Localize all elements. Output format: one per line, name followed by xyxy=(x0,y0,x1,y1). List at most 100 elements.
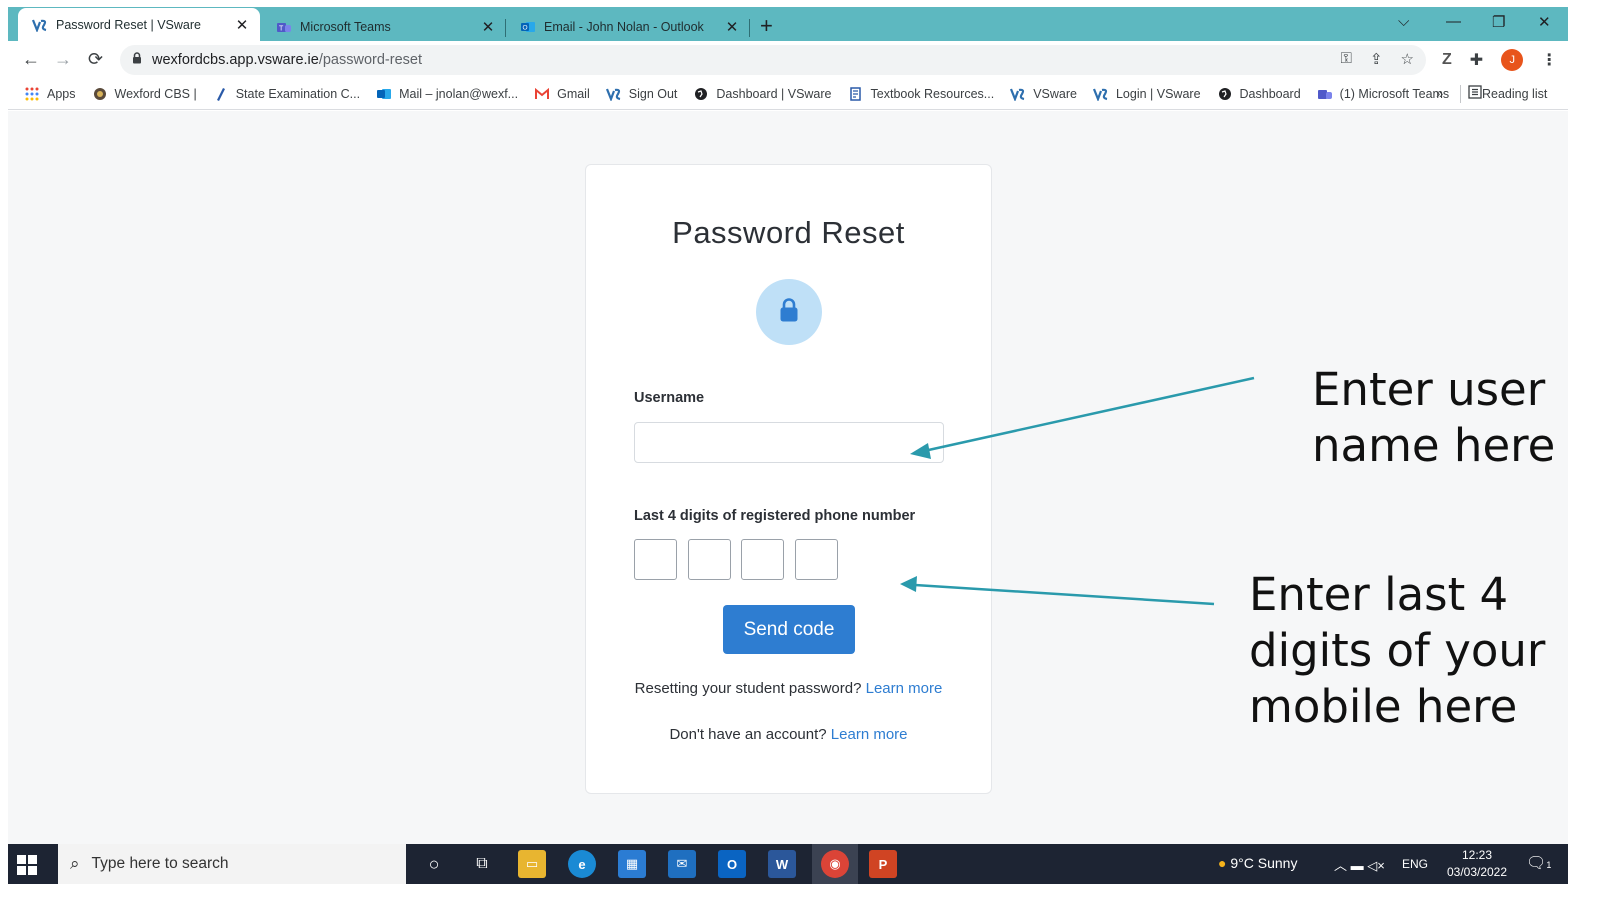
bookmark-apps[interactable]: Apps xyxy=(24,86,76,102)
student-help-line: Resetting your student password? Learn m… xyxy=(586,680,991,697)
share-icon[interactable]: ⇪ xyxy=(1370,50,1383,68)
profile-avatar[interactable]: J xyxy=(1501,49,1524,71)
battery-icon[interactable]: ▬ xyxy=(1351,858,1364,873)
reading-list-button[interactable]: Reading list xyxy=(1468,85,1547,102)
bookmark-gmail[interactable]: Gmail xyxy=(534,86,590,102)
tab-microsoft-teams[interactable]: T Microsoft Teams ✕ xyxy=(262,13,506,41)
windows-start-button[interactable] xyxy=(16,854,46,876)
language-indicator[interactable]: ENG xyxy=(1402,857,1428,871)
lock-icon xyxy=(778,297,800,328)
lock-icon xyxy=(132,52,142,68)
powerpoint-icon[interactable]: P xyxy=(869,850,897,878)
tab-title: Password Reset | VSware xyxy=(56,17,201,32)
bookmark-label: Dashboard xyxy=(1239,86,1301,101)
more-bookmarks-button[interactable]: » xyxy=(1436,86,1443,101)
back-button[interactable]: ← xyxy=(22,49,40,70)
account-learn-more-link[interactable]: Learn more xyxy=(831,726,908,743)
svg-text:T: T xyxy=(279,26,284,33)
chrome-taskbar-button[interactable]: ◉ xyxy=(812,844,858,884)
file-explorer-icon[interactable]: ▭ xyxy=(518,850,546,878)
new-tab-button[interactable]: + xyxy=(760,13,773,39)
weather-widget[interactable]: ● 9°C Sunny xyxy=(1218,855,1297,871)
search-icon: ⌕ xyxy=(70,854,80,873)
close-icon[interactable]: ✕ xyxy=(232,16,252,34)
annotation-line: digits of your xyxy=(1249,624,1546,677)
phone-digit-3[interactable] xyxy=(741,539,784,580)
outlook-icon xyxy=(376,86,392,102)
chevron-up-icon[interactable]: ︿ xyxy=(1334,858,1347,873)
star-icon[interactable]: ☆ xyxy=(1401,50,1414,68)
bookmark-label: VSware xyxy=(1033,86,1077,101)
bookmark-dashboard-vsware[interactable]: Dashboard | VSware xyxy=(693,86,832,102)
bookmark-microsoft-teams[interactable]: (1) Microsoft Teams xyxy=(1317,86,1450,102)
menu-icon[interactable]: ⋮ xyxy=(1541,50,1557,70)
bookmark-dashboard[interactable]: Dashboard xyxy=(1217,86,1301,102)
clock-time: 12:23 xyxy=(1461,848,1493,862)
url-path: /password-reset xyxy=(318,52,422,68)
account-help-line: Don't have an account? Learn more xyxy=(586,726,991,743)
bookmark-state-examination[interactable]: State Examination C... xyxy=(213,86,360,102)
reload-button[interactable]: ⟳ xyxy=(88,49,103,70)
windows-logo-icon xyxy=(17,855,37,875)
task-view-icon[interactable]: ⧉ xyxy=(468,850,496,878)
bottom-margin xyxy=(0,884,1602,901)
close-icon[interactable]: ✕ xyxy=(722,18,742,36)
notification-icon: 🗨 xyxy=(1526,855,1547,872)
edge-icon[interactable]: e xyxy=(568,850,596,878)
bookmark-label: (1) Microsoft Teams xyxy=(1339,86,1450,101)
send-code-button[interactable]: Send code xyxy=(723,605,855,654)
taskbar-search-box[interactable]: ⌕ Type here to search xyxy=(58,844,406,884)
word-icon[interactable]: W xyxy=(768,850,796,878)
key-icon[interactable]: ⚿ xyxy=(1341,50,1352,68)
minimize-button[interactable]: — xyxy=(1446,13,1461,30)
student-help-text: Resetting your student password? xyxy=(634,680,862,697)
speaker-muted-icon[interactable]: ◁× xyxy=(1367,858,1385,873)
tab-password-reset[interactable]: Password Reset | VSware ✕ xyxy=(18,8,260,41)
close-icon[interactable]: ✕ xyxy=(478,18,498,36)
phone-digit-2[interactable] xyxy=(688,539,731,580)
svg-text:O: O xyxy=(523,25,528,32)
vsware-icon xyxy=(605,86,622,102)
username-input[interactable] xyxy=(634,422,944,463)
bookmark-vsware[interactable]: VSware xyxy=(1010,86,1077,102)
bookmark-label: Apps xyxy=(47,86,76,101)
mail-icon[interactable]: ✉ xyxy=(668,850,696,878)
phone-digit-4[interactable] xyxy=(795,539,838,580)
bookmark-sign-out[interactable]: Sign Out xyxy=(605,86,677,102)
username-annotation: Enter user name here xyxy=(1312,362,1555,474)
restore-button[interactable]: ❐ xyxy=(1492,13,1505,31)
bookmark-label: Wexford CBS | xyxy=(114,86,197,101)
cortana-icon[interactable]: ○ xyxy=(420,850,448,878)
tab-title: Microsoft Teams xyxy=(300,20,391,34)
bookmark-label: Gmail xyxy=(557,86,590,101)
address-bar[interactable]: wexfordcbs.app.vsware.ie/password-reset … xyxy=(120,45,1426,75)
student-learn-more-link[interactable]: Learn more xyxy=(866,680,943,697)
vsware-icon xyxy=(32,17,48,33)
close-window-button[interactable]: ✕ xyxy=(1538,13,1551,31)
username-label: Username xyxy=(634,390,705,406)
bookmark-login-vsware[interactable]: Login | VSware xyxy=(1092,86,1201,102)
teams-icon xyxy=(1317,86,1333,102)
clock[interactable]: 12:23 03/03/2022 xyxy=(1442,847,1512,881)
bookmark-wexford-cbs[interactable]: Wexford CBS | xyxy=(92,86,197,102)
puzzle-icon[interactable]: ✚ xyxy=(1470,50,1483,70)
bookmark-mail[interactable]: Mail – jnolan@wexf... xyxy=(376,86,518,102)
phone-digit-1[interactable] xyxy=(634,539,677,580)
outlook-icon[interactable]: O xyxy=(718,850,746,878)
zotero-icon[interactable]: Z xyxy=(1442,51,1452,69)
account-help-text: Don't have an account? xyxy=(669,726,827,743)
bookmark-label: Textbook Resources... xyxy=(870,86,995,101)
search-placeholder: Type here to search xyxy=(91,855,229,872)
vsware-icon xyxy=(1010,86,1026,102)
bookmark-textbook-resources[interactable]: Textbook Resources... xyxy=(848,86,995,102)
globe-icon xyxy=(693,86,709,102)
taskbar: ⌕ Type here to search ○ ⧉ ▭ e ▦ ✉ O W ◉ … xyxy=(8,844,1568,884)
tab-strip: Password Reset | VSware ✕ T Microsoft Te… xyxy=(8,7,1568,41)
tab-search-chevron-icon[interactable]: ⌵ xyxy=(1398,13,1409,30)
tab-outlook-email[interactable]: O Email - John Nolan - Outlook ✕ xyxy=(506,13,750,41)
forward-button[interactable]: → xyxy=(54,49,72,70)
clock-date: 03/03/2022 xyxy=(1446,865,1508,879)
store-icon[interactable]: ▦ xyxy=(618,850,646,878)
notification-center-button[interactable]: 🗨1 xyxy=(1526,853,1551,873)
tab-title: Email - John Nolan - Outlook xyxy=(544,20,704,34)
